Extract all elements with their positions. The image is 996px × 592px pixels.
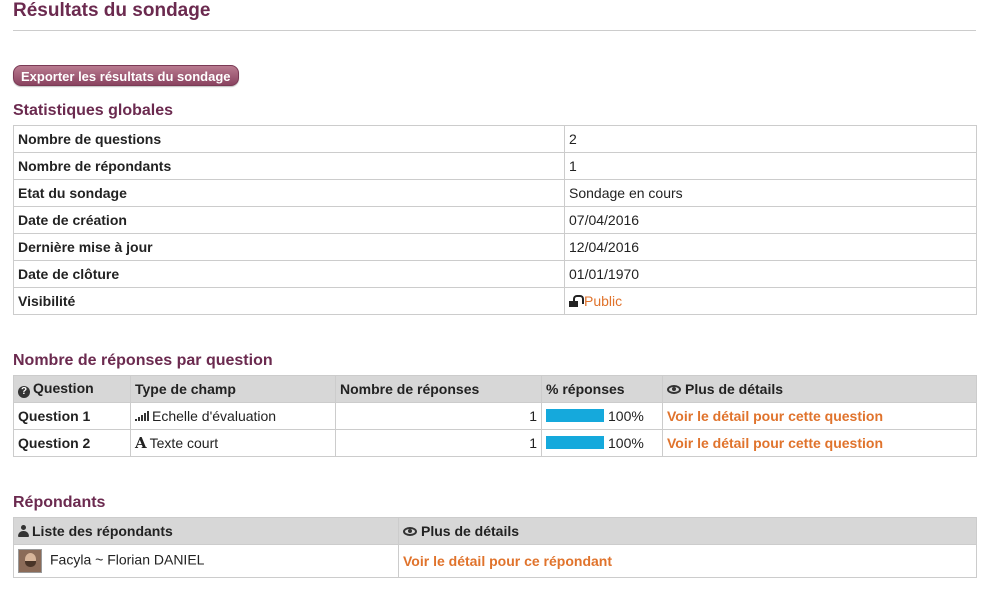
stats-value: 07/04/2016 [564, 206, 977, 234]
stats-value: Public [564, 287, 977, 315]
respondent-details-cell: Voir le détail pour ce répondant [398, 544, 977, 578]
stats-section-title: Statistiques globales [13, 102, 174, 119]
eye-icon [403, 527, 417, 536]
col-percent-header: % réponses [541, 375, 663, 403]
table-row: Question 1 Echelle d'évaluation 1 100% V… [13, 402, 977, 430]
question-count: 1 [335, 429, 542, 457]
stats-label: Dernière mise à jour [13, 233, 565, 261]
question-type-label: Echelle d'évaluation [152, 408, 277, 424]
table-row: Question 2 A Texte court 1 100% Voir le d… [13, 429, 977, 457]
col-question-label: Question [33, 380, 94, 396]
questions-header-row: ? Question Type de champ Nombre de répons… [13, 375, 977, 403]
respondents-table: Liste des répondants Plus de détails Fac… [13, 517, 977, 578]
percent-bar [546, 409, 604, 422]
stats-label: Nombre de répondants [13, 152, 565, 180]
question-details-link[interactable]: Voir le détail pour cette question [667, 408, 883, 424]
question-type-label: Texte court [149, 435, 219, 451]
eye-icon [667, 385, 681, 394]
question-type: Echelle d'évaluation [130, 402, 336, 430]
stats-value: 2 [564, 125, 977, 153]
stats-row-visibility: Visibilité Public [13, 287, 977, 315]
stats-label: Visibilité [13, 287, 565, 315]
question-circle-icon: ? [18, 386, 30, 398]
stats-label: Nombre de questions [13, 125, 565, 153]
question-count: 1 [335, 402, 542, 430]
respondent-cell: Facyla ~ Florian DANIEL [13, 544, 399, 578]
col-details-label: Plus de détails [685, 381, 784, 397]
visibility-link[interactable]: Public [584, 293, 622, 309]
question-percent: 100% [541, 429, 663, 457]
respondents-header-row: Liste des répondants Plus de détails [13, 517, 977, 545]
stats-value: Sondage en cours [564, 179, 977, 207]
col-question-header: ? Question [13, 375, 131, 403]
col-type-header: Type de champ [130, 375, 336, 403]
question-type: A Texte court [130, 429, 336, 457]
title-divider [13, 30, 976, 31]
stats-row-closing: Date de clôture 01/01/1970 [13, 260, 977, 288]
stats-value: 01/01/1970 [564, 260, 977, 288]
percent-label: 100% [608, 408, 644, 424]
question-details-cell: Voir le détail pour cette question [662, 429, 977, 457]
stats-row-created: Date de création 07/04/2016 [13, 206, 977, 234]
stats-value: 1 [564, 152, 977, 180]
stats-label: Date de création [13, 206, 565, 234]
question-details-cell: Voir le détail pour cette question [662, 402, 977, 430]
question-percent: 100% [541, 402, 663, 430]
question-name: Question 1 [13, 402, 131, 430]
stats-row-state: Etat du sondage Sondage en cours [13, 179, 977, 207]
font-icon: A [135, 434, 147, 452]
signal-icon [135, 411, 149, 421]
col-respondent-details-header: Plus de détails [398, 517, 977, 545]
questions-section-title: Nombre de réponses par question [13, 352, 273, 369]
table-row: Facyla ~ Florian DANIEL Voir le détail p… [13, 544, 977, 578]
questions-table: ? Question Type de champ Nombre de répons… [13, 375, 977, 457]
stats-row-respondents: Nombre de répondants 1 [13, 152, 977, 180]
percent-bar [546, 436, 604, 449]
stats-row-updated: Dernière mise à jour 12/04/2016 [13, 233, 977, 261]
question-name: Question 2 [13, 429, 131, 457]
stats-table: Nombre de questions 2 Nombre de répondan… [13, 125, 977, 315]
avatar[interactable] [18, 549, 42, 573]
col-respondents-label: Liste des répondants [32, 523, 173, 539]
page-title: Résultats du sondage [13, 0, 211, 21]
stats-label: Date de clôture [13, 260, 565, 288]
respondent-name: Facyla ~ Florian DANIEL [50, 551, 205, 568]
unlock-icon [569, 295, 584, 307]
col-count-header: Nombre de réponses [335, 375, 542, 403]
col-respondent-details-label: Plus de détails [421, 523, 520, 539]
export-results-button[interactable]: Exporter les résultats du sondage [13, 65, 239, 86]
percent-label: 100% [608, 435, 644, 451]
col-details-header: Plus de détails [662, 375, 977, 403]
stats-label: Etat du sondage [13, 179, 565, 207]
user-icon [18, 525, 29, 537]
respondents-section-title: Répondants [13, 494, 106, 511]
question-details-link[interactable]: Voir le détail pour cette question [667, 435, 883, 451]
respondent-details-link[interactable]: Voir le détail pour ce répondant [403, 553, 612, 569]
stats-value: 12/04/2016 [564, 233, 977, 261]
col-respondents-header: Liste des répondants [13, 517, 399, 545]
stats-row-questions: Nombre de questions 2 [13, 125, 977, 153]
